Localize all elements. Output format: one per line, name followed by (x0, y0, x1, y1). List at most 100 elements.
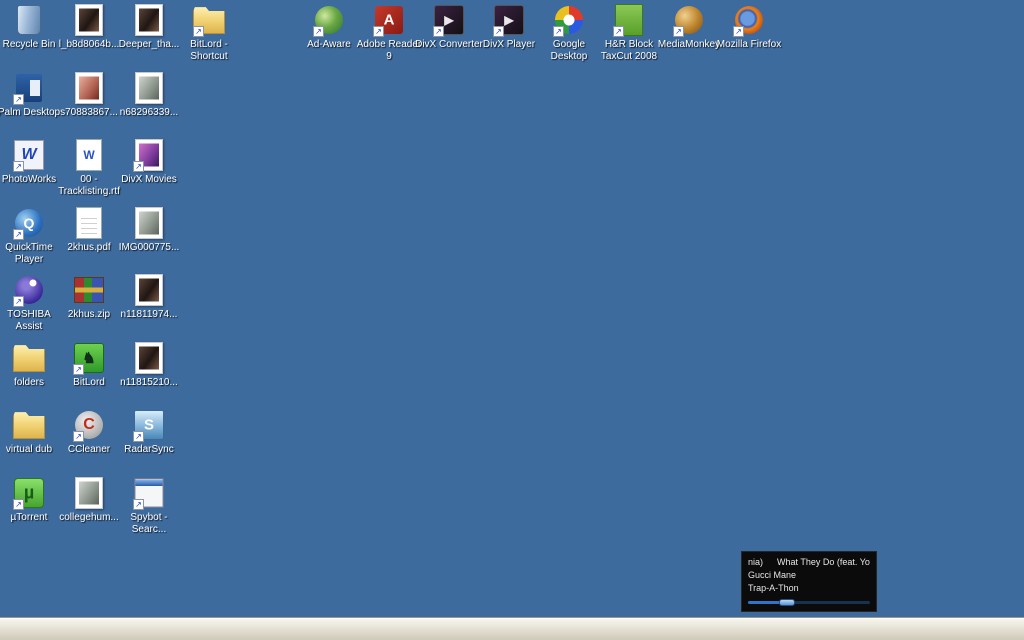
desktop-icon-img000775[interactable]: IMG000775... (115, 206, 183, 254)
app-google-icon (552, 3, 586, 37)
shortcut-arrow-icon (133, 431, 144, 442)
photo-gray-icon (132, 71, 166, 105)
desktop-icon-bitlord[interactable]: BitLord (55, 341, 123, 389)
shortcut-arrow-icon (493, 26, 504, 37)
desktop-icon-label: 00 - Tracklisting.rtf (55, 174, 123, 197)
app-ccleaner-icon (72, 408, 106, 442)
desktop-icon-label: Google Desktop (535, 39, 603, 62)
app-palm-icon (12, 71, 46, 105)
desktop-icon-deeper-tha[interactable]: Deeper_tha... (115, 3, 183, 51)
desktop-icon-ccleaner[interactable]: CCleaner (55, 408, 123, 456)
desktop-icon-label: Ad-Aware (295, 39, 363, 51)
folder-icon (12, 341, 46, 375)
shortcut-arrow-icon (133, 499, 144, 510)
desktop-icon-label: H&R Block TaxCut 2008 (595, 39, 663, 62)
photo-purple-icon (132, 138, 166, 172)
shortcut-arrow-icon (73, 431, 84, 442)
desktop-icon-divx-player[interactable]: DivX Player (475, 3, 543, 51)
desktop-icon-label: 2khus.pdf (55, 242, 123, 254)
desktop-icon-mediamonkey[interactable]: MediaMonkey (655, 3, 723, 51)
desktop-icon-radarsync[interactable]: RadarSync (115, 408, 183, 456)
shortcut-arrow-icon (13, 161, 24, 172)
desktop-icon-label: Palm Desktop (0, 107, 63, 119)
photo-dark-icon (132, 273, 166, 307)
app-adaware-icon (312, 3, 346, 37)
app-acrobat-icon (372, 3, 406, 37)
now-playing-title-right: What They Do (feat. You (777, 557, 870, 567)
app-firefox-icon (732, 3, 766, 37)
shortcut-arrow-icon (613, 26, 624, 37)
shortcut-arrow-icon (193, 26, 204, 37)
shortcut-arrow-icon (433, 26, 444, 37)
desktop-icon-ad-aware[interactable]: Ad-Aware (295, 3, 363, 51)
photo-dark-icon (132, 3, 166, 37)
desktop-icon-photoworks[interactable]: PhotoWorks (0, 138, 63, 186)
now-playing-title: nia) What They Do (feat. You (748, 557, 870, 567)
shortcut-arrow-icon (313, 26, 324, 37)
desktop-icon-collegehum[interactable]: collegehum... (55, 476, 123, 524)
app-taxcut-icon (612, 3, 646, 37)
desktop-icon-s70883867[interactable]: s70883867... (55, 71, 123, 119)
app-divx-icon (432, 3, 466, 37)
zip-rar-icon (72, 273, 106, 307)
shortcut-arrow-icon (73, 364, 84, 375)
now-playing-flyout[interactable]: nia) What They Do (feat. You Gucci Mane … (741, 551, 877, 612)
seek-handle[interactable] (779, 599, 795, 606)
now-playing-artist: Gucci Mane (748, 570, 870, 580)
app-toshiba-icon (12, 273, 46, 307)
shortcut-arrow-icon (673, 26, 684, 37)
desktop-icon-h-r-block-taxcut-2008[interactable]: H&R Block TaxCut 2008 (595, 3, 663, 62)
desktop-icon-label: Deeper_tha... (115, 39, 183, 51)
desktop-icon-recycle-bin[interactable]: Recycle Bin (0, 3, 63, 51)
desktop-icon-folders[interactable]: folders (0, 341, 63, 389)
desktop-icon-label: DivX Player (475, 39, 543, 51)
desktop-icon-torrent[interactable]: µTorrent (0, 476, 63, 524)
app-divx-icon (492, 3, 526, 37)
desktop-icon-label: 2khus.zip (55, 309, 123, 321)
desktop-icon-label: CCleaner (55, 444, 123, 456)
desktop-icon-divx-movies[interactable]: DivX Movies (115, 138, 183, 186)
desktop-icon-label: collegehum... (55, 512, 123, 524)
seek-bar[interactable] (748, 601, 870, 604)
shortcut-arrow-icon (553, 26, 564, 37)
desktop-icon-adobe-reader-9[interactable]: Adobe Reader 9 (355, 3, 423, 62)
desktop-icon-00-tracklisting-rtf[interactable]: 00 - Tracklisting.rtf (55, 138, 123, 197)
shortcut-arrow-icon (13, 499, 24, 510)
doc-word-icon (72, 138, 106, 172)
app-bitlord-icon (72, 341, 106, 375)
desktop-icon-spybot-searc[interactable]: Spybot - Searc... (115, 476, 183, 535)
desktop-icon-l-b8d8064b[interactable]: l_b8d8064b... (55, 3, 123, 51)
desktop[interactable]: Recycle Binl_b8d8064b...Deeper_tha...Bit… (0, 0, 1024, 640)
desktop-icon-divx-converter[interactable]: DivX Converter (415, 3, 483, 51)
desktop-icon-label: n11815210... (115, 377, 183, 389)
desktop-icon-label: IMG000775... (115, 242, 183, 254)
desktop-icon-2khus-pdf[interactable]: 2khus.pdf (55, 206, 123, 254)
desktop-icon-label: virtual dub (0, 444, 63, 456)
desktop-icon-mozilla-firefox[interactable]: Mozilla Firefox (715, 3, 783, 51)
photo-gray-icon (132, 206, 166, 240)
desktop-icon-label: s70883867... (55, 107, 123, 119)
desktop-icon-n11811974[interactable]: n11811974... (115, 273, 183, 321)
desktop-icon-label: Adobe Reader 9 (355, 39, 423, 62)
recycle-bin-icon (12, 3, 46, 37)
desktop-icon-n11815210[interactable]: n11815210... (115, 341, 183, 389)
desktop-icon-label: µTorrent (0, 512, 63, 524)
desktop-icon-n68296339[interactable]: n68296339... (115, 71, 183, 119)
desktop-icon-label: RadarSync (115, 444, 183, 456)
desktop-icon-2khus-zip[interactable]: 2khus.zip (55, 273, 123, 321)
desktop-icon-palm-desktop[interactable]: Palm Desktop (0, 71, 63, 119)
desktop-icon-label: BitLord - Shortcut (175, 39, 243, 62)
photo-dark-icon (132, 341, 166, 375)
desktop-icon-label: n68296339... (115, 107, 183, 119)
desktop-icon-label: QuickTime Player (0, 242, 63, 265)
desktop-icon-google-desktop[interactable]: Google Desktop (535, 3, 603, 62)
now-playing-album: Trap-A-Thon (748, 583, 870, 593)
desktop-icon-toshiba-assist[interactable]: TOSHIBA Assist (0, 273, 63, 332)
desktop-icon-label: DivX Movies (115, 174, 183, 186)
desktop-icon-quicktime-player[interactable]: QuickTime Player (0, 206, 63, 265)
desktop-icon-bitlord-shortcut[interactable]: BitLord - Shortcut (175, 3, 243, 62)
desktop-icon-label: Recycle Bin (0, 39, 63, 51)
shortcut-arrow-icon (13, 229, 24, 240)
desktop-icon-virtual-dub[interactable]: virtual dub (0, 408, 63, 456)
desktop-icon-label: Mozilla Firefox (715, 39, 783, 51)
